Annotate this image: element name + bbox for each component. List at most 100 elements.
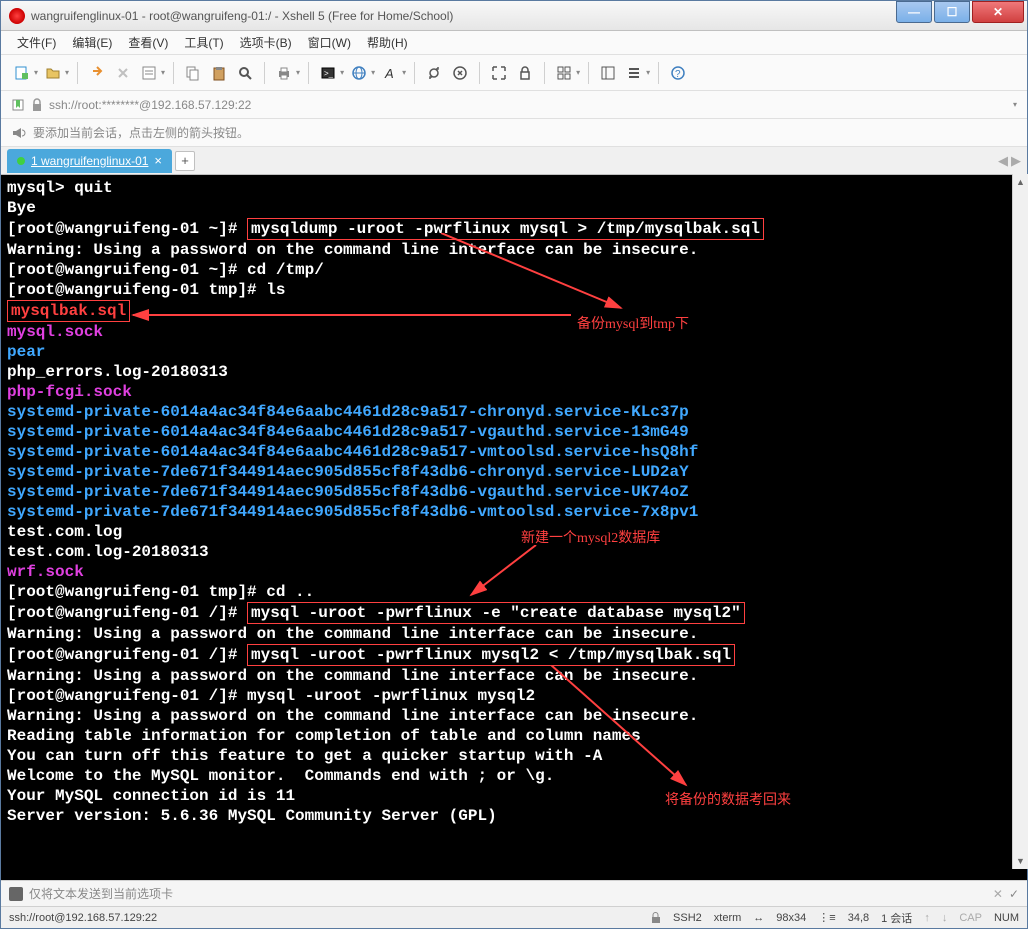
bullhorn-icon — [11, 126, 27, 140]
menu-window[interactable]: 窗口(W) — [300, 31, 359, 54]
globe-icon[interactable] — [348, 62, 370, 84]
layout-icon[interactable] — [597, 62, 619, 84]
svg-text:?: ? — [675, 69, 681, 80]
hint-text: 要添加当前会话，点击左侧的箭头按钮。 — [33, 124, 249, 141]
compose-bar: 仅将文本发送到当前选项卡 ✕ ✓ — [1, 880, 1027, 906]
terminal-line: Warning: Using a password on the command… — [7, 624, 1021, 644]
font-icon[interactable]: A — [379, 62, 401, 84]
bookmark-icon[interactable] — [11, 98, 25, 112]
terminal[interactable]: mysql> quit Bye [root@wangruifeng-01 ~]#… — [1, 175, 1027, 880]
address-text[interactable]: ssh://root:********@192.168.57.129:22 — [49, 98, 1010, 112]
dropdown-icon[interactable]: ▾ — [34, 68, 38, 77]
tabstrip: 1 wangruifenglinux-01 × + ◀ ▶ — [1, 147, 1027, 175]
status-down-icon[interactable]: ↓ — [942, 912, 948, 924]
dropdown-icon[interactable]: ▾ — [576, 68, 580, 77]
menu-tools[interactable]: 工具(T) — [176, 31, 231, 54]
status-sessions: 1 会话 — [881, 910, 912, 926]
dropdown-icon[interactable]: ▾ — [371, 68, 375, 77]
terminal-icon[interactable]: >_ — [317, 62, 339, 84]
terminal-line: Bye — [7, 198, 1021, 218]
dropdown-icon[interactable]: ▾ — [161, 68, 165, 77]
terminal-line: Welcome to the MySQL monitor. Commands e… — [7, 766, 1021, 786]
titlebar[interactable]: wangruifenglinux-01 - root@wangruifeng-0… — [1, 1, 1027, 31]
copy-icon[interactable] — [182, 62, 204, 84]
dropdown-icon[interactable]: ▾ — [296, 68, 300, 77]
menu-help[interactable]: 帮助(H) — [359, 31, 416, 54]
compose-clear-icon[interactable]: ✕ — [993, 887, 1003, 901]
svg-text:>_: >_ — [324, 69, 334, 78]
annotation-text: 备份mysql到tmp下 — [577, 315, 689, 335]
disconnect-icon[interactable] — [112, 62, 134, 84]
fullscreen-icon[interactable] — [488, 62, 510, 84]
tab-label: 1 wangruifenglinux-01 — [31, 154, 148, 168]
status-pos: 34,8 — [848, 912, 869, 924]
properties-icon[interactable] — [138, 62, 160, 84]
sync-icon[interactable] — [423, 62, 445, 84]
lock-icon — [31, 98, 43, 112]
status-size-icon: ↔ — [753, 912, 764, 924]
lock-toolbar-icon[interactable] — [514, 62, 536, 84]
annotation-text: 将备份的数据考回来 — [665, 791, 791, 811]
dropdown-icon[interactable]: ▾ — [65, 68, 69, 77]
terminal-line: systemd-private-6014a4ac34f84e6aabc4461d… — [7, 422, 1021, 442]
search-icon[interactable] — [234, 62, 256, 84]
list-icon[interactable] — [623, 62, 645, 84]
help-icon[interactable]: ? — [667, 62, 689, 84]
status-num: NUM — [994, 912, 1019, 924]
app-icon — [9, 8, 25, 24]
scroll-down-icon[interactable]: ▼ — [1013, 853, 1028, 869]
menu-tabs[interactable]: 选项卡(B) — [232, 31, 300, 54]
close-button[interactable]: ✕ — [972, 1, 1024, 23]
terminal-line: Warning: Using a password on the command… — [7, 240, 1021, 260]
reconnect-icon[interactable] — [86, 62, 108, 84]
paste-icon[interactable] — [208, 62, 230, 84]
status-dot-icon — [17, 157, 25, 165]
tab-close-icon[interactable]: × — [154, 153, 162, 168]
menubar: 文件(F) 编辑(E) 查看(V) 工具(T) 选项卡(B) 窗口(W) 帮助(… — [1, 31, 1027, 55]
terminal-line: mysql> quit — [7, 178, 1021, 198]
new-session-icon[interactable] — [11, 62, 33, 84]
session-tab[interactable]: 1 wangruifenglinux-01 × — [7, 149, 172, 173]
menu-file[interactable]: 文件(F) — [9, 31, 64, 54]
status-ssh: SSH2 — [673, 912, 702, 924]
terminal-line: [root@wangruifeng-01 tmp]# cd .. — [7, 582, 1021, 602]
add-tab-button[interactable]: + — [175, 151, 195, 171]
status-up-icon[interactable]: ↑ — [924, 912, 930, 924]
terminal-line: You can turn off this feature to get a q… — [7, 746, 1021, 766]
terminal-line: test.com.log — [7, 522, 1021, 542]
status-connection: ssh://root@192.168.57.129:22 — [9, 912, 157, 924]
tab-next-icon[interactable]: ▶ — [1011, 153, 1021, 169]
scroll-up-icon[interactable]: ▲ — [1013, 174, 1028, 190]
minimize-button[interactable]: — — [896, 1, 932, 23]
terminal-line: mysqlbak.sql — [7, 300, 1021, 322]
status-cap: CAP — [959, 912, 982, 924]
compose-icon[interactable] — [9, 887, 23, 901]
print-icon[interactable] — [273, 62, 295, 84]
maximize-button[interactable]: ☐ — [934, 1, 970, 23]
status-size: 98x34 — [776, 912, 806, 924]
terminal-line: [root@wangruifeng-01 tmp]# ls — [7, 280, 1021, 300]
tab-prev-icon[interactable]: ◀ — [998, 153, 1008, 169]
terminal-line: systemd-private-7de671f344914aec905d855c… — [7, 502, 1021, 522]
dropdown-icon[interactable]: ▾ — [340, 68, 344, 77]
open-icon[interactable] — [42, 62, 64, 84]
dropdown-icon[interactable]: ▾ — [646, 68, 650, 77]
terminal-line: systemd-private-7de671f344914aec905d855c… — [7, 482, 1021, 502]
menu-view[interactable]: 查看(V) — [120, 31, 176, 54]
compose-input[interactable] — [179, 885, 987, 903]
terminal-scrollbar[interactable]: ▲ ▼ — [1012, 174, 1028, 869]
terminal-line: Server version: 5.6.36 MySQL Community S… — [7, 806, 1021, 826]
dropdown-icon[interactable]: ▾ — [402, 68, 406, 77]
tile-icon[interactable] — [553, 62, 575, 84]
transfer-icon[interactable] — [449, 62, 471, 84]
compose-check-icon[interactable]: ✓ — [1009, 887, 1019, 901]
hintbar: 要添加当前会话，点击左侧的箭头按钮。 — [1, 119, 1027, 147]
terminal-line: Your MySQL connection id is 11 — [7, 786, 1021, 806]
terminal-line: mysql.sock — [7, 322, 1021, 342]
addressbar: ssh://root:********@192.168.57.129:22 ▾ — [1, 91, 1027, 119]
status-term: xterm — [714, 912, 742, 924]
toolbar: ▾ ▾ ▾ ▾ >_▾ ▾ A▾ ▾ ▾ ? — [1, 55, 1027, 91]
status-lock-icon — [651, 912, 661, 924]
address-dropdown-icon[interactable]: ▾ — [1013, 100, 1017, 109]
menu-edit[interactable]: 编辑(E) — [64, 31, 120, 54]
